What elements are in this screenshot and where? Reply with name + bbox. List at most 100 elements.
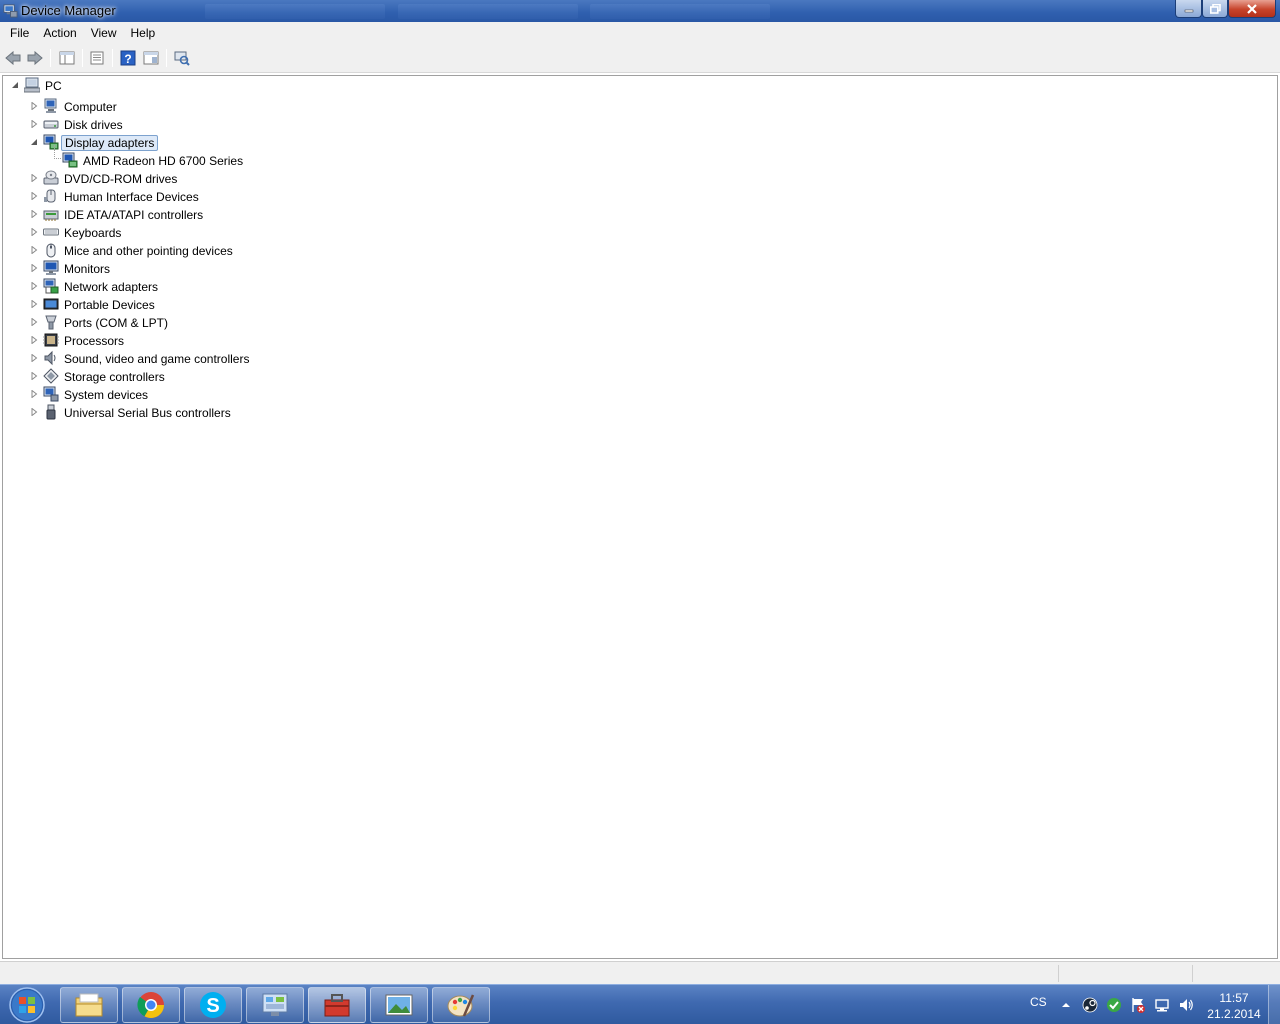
back-button[interactable]	[2, 48, 24, 68]
taskbar-skype[interactable]: S	[184, 987, 242, 1023]
restore-button[interactable]	[1202, 0, 1228, 18]
svg-text:S: S	[206, 995, 219, 1017]
menu-file[interactable]: File	[3, 23, 36, 43]
scan-hardware-icon	[174, 51, 190, 66]
keyboard-icon	[43, 228, 59, 236]
explorer-icon	[75, 993, 103, 1017]
taskbar-paint[interactable]	[432, 987, 490, 1023]
tree-category-item[interactable]: Sound, video and game controllers	[61, 351, 252, 367]
status-pane	[1192, 965, 1278, 982]
photo-viewer-icon	[385, 994, 413, 1016]
minimize-icon	[1184, 9, 1193, 12]
tree-category-item[interactable]: Universal Serial Bus controllers	[61, 405, 234, 421]
taskbar-control-panel[interactable]	[246, 987, 304, 1023]
menu-action[interactable]: Action	[36, 23, 83, 43]
minimize-button[interactable]	[1175, 0, 1202, 18]
system-clock[interactable]: 11:57 21.2.2014	[1204, 990, 1264, 1022]
background-window-ghost	[205, 4, 385, 19]
tree-expander[interactable]	[30, 372, 38, 380]
language-indicator[interactable]: CS	[1030, 995, 1047, 1009]
paint-icon	[447, 994, 475, 1017]
mouse-icon	[46, 243, 56, 258]
root-expander[interactable]	[11, 81, 19, 89]
tree-category-item[interactable]: Display adapters	[61, 135, 159, 151]
tree-guide-line	[54, 145, 61, 159]
help-button[interactable]: ?	[117, 48, 139, 68]
show-hide-tree-button[interactable]	[56, 48, 78, 68]
title-bar[interactable]: Device Manager	[0, 0, 1280, 22]
tree-category-item[interactable]: Monitors	[61, 261, 113, 277]
tree-category-item[interactable]: Ports (COM & LPT)	[61, 315, 171, 331]
tree-category-item[interactable]: DVD/CD-ROM drives	[61, 171, 180, 187]
background-window-ghost	[398, 4, 578, 19]
collapsed-triangle-icon	[31, 282, 38, 290]
tree-expander[interactable]	[30, 192, 38, 200]
menu-view[interactable]: View	[84, 23, 124, 43]
taskbar-photo-viewer[interactable]	[370, 987, 428, 1023]
tree-expander[interactable]	[30, 390, 38, 398]
scan-hardware-button[interactable]	[171, 48, 193, 68]
tree-category-item[interactable]: Portable Devices	[61, 297, 158, 313]
tree-category-item[interactable]: System devices	[61, 387, 151, 403]
tree-category-item[interactable]: Processors	[61, 333, 127, 349]
tree-category-item[interactable]: Human Interface Devices	[61, 189, 202, 205]
collapsed-triangle-icon	[31, 246, 38, 254]
close-button[interactable]	[1228, 0, 1276, 18]
collapsed-triangle-icon	[31, 372, 38, 380]
device-tree[interactable]: PC Computer Disk drives Display adapters AM…	[2, 75, 1278, 959]
tree-expander[interactable]	[30, 408, 38, 416]
tree-device-item[interactable]: AMD Radeon HD 6700 Series	[80, 153, 246, 169]
toolbar-separator	[166, 49, 167, 67]
tree-expander[interactable]	[30, 300, 38, 308]
tree-category-item[interactable]: Storage controllers	[61, 369, 168, 385]
tree-expander[interactable]	[30, 120, 38, 128]
tree-expander[interactable]	[30, 138, 38, 146]
toolbar-separator	[82, 49, 83, 67]
tree-category-item[interactable]: IDE ATA/ATAPI controllers	[61, 207, 206, 223]
tree-category-item[interactable]: Computer	[61, 99, 120, 115]
show-desktop-button[interactable]	[1268, 985, 1280, 1024]
properties-button[interactable]	[86, 48, 108, 68]
tree-expander[interactable]	[30, 210, 38, 218]
tree-expander[interactable]	[30, 264, 38, 272]
taskbar-chrome[interactable]	[122, 987, 180, 1023]
action-center-icon[interactable]	[1130, 997, 1146, 1013]
tree-expander[interactable]	[30, 354, 38, 362]
clock-time: 11:57	[1219, 991, 1249, 1005]
forward-button[interactable]	[24, 48, 46, 68]
tree-category-item[interactable]: Network adapters	[61, 279, 161, 295]
volume-icon[interactable]	[1178, 997, 1194, 1013]
status-pane	[1058, 965, 1192, 982]
taskbar-explorer[interactable]	[60, 987, 118, 1023]
tree-expander[interactable]	[30, 336, 38, 344]
tree-category-item[interactable]: Disk drives	[61, 117, 126, 133]
tree-expander[interactable]	[30, 246, 38, 254]
menu-help[interactable]: Help	[124, 23, 163, 43]
network-icon[interactable]	[1154, 997, 1170, 1013]
toolbar: ?	[0, 44, 1280, 73]
steam-icon[interactable]	[1082, 997, 1098, 1013]
svg-text:?: ?	[124, 52, 131, 66]
hid-icon	[44, 189, 56, 203]
tree-category-item[interactable]: Keyboards	[61, 225, 124, 241]
antivirus-icon[interactable]	[1106, 997, 1122, 1013]
tree-root-pc[interactable]: PC	[42, 78, 65, 94]
chrome-icon	[137, 992, 165, 1019]
tree-expander[interactable]	[30, 102, 38, 110]
skype-icon: S	[200, 992, 226, 1018]
tree-expander[interactable]	[30, 282, 38, 290]
back-icon	[5, 51, 21, 65]
view-button[interactable]	[140, 48, 162, 68]
close-icon	[1247, 3, 1257, 14]
background-window-ghost	[590, 4, 770, 19]
tree-expander[interactable]	[30, 174, 38, 182]
status-bar	[0, 961, 1280, 984]
tree-category-item[interactable]: Mice and other pointing devices	[61, 243, 236, 259]
show-hidden-icons-arrow[interactable]	[1058, 997, 1074, 1013]
tree-expander[interactable]	[30, 318, 38, 326]
usb-icon	[46, 404, 56, 420]
taskbar-toolbox[interactable]	[308, 987, 366, 1023]
collapsed-triangle-icon	[31, 300, 38, 308]
start-button[interactable]	[4, 986, 50, 1024]
tree-expander[interactable]	[30, 228, 38, 236]
